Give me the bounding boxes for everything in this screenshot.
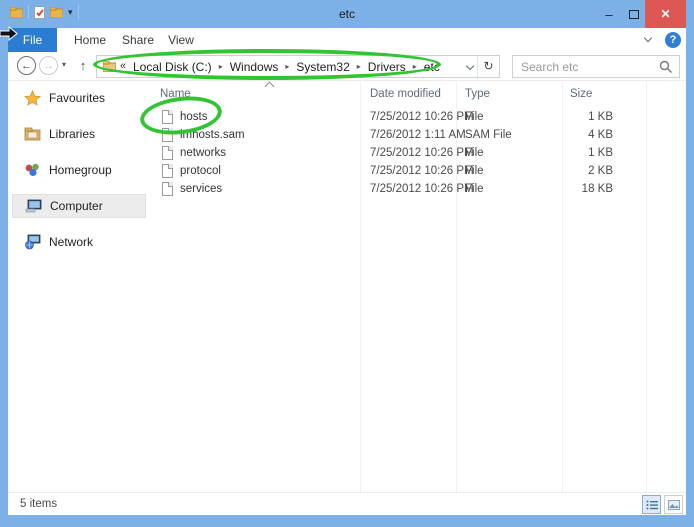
close-button[interactable]: ✕ [645,0,686,28]
file-date: 7/25/2012 10:26 PM [370,162,474,180]
items-count: 5 items [20,493,57,516]
column-header-name[interactable]: Name [160,84,191,104]
maximize-icon [629,10,639,19]
breadcrumb-separator-icon: ▸ [285,62,289,71]
file-type: SAM File [465,126,512,144]
navigation-pane: Favourites Libraries Homegroup Computer … [8,82,148,492]
breadcrumb-separator-icon: ▸ [357,62,361,71]
sort-ascending-icon [265,82,275,92]
libraries-icon [24,126,41,142]
window-body: File Home Share View ? ← → ▾ ↑ « Local D… [8,28,686,515]
sidebar-item-label: Computer [50,199,103,213]
file-date: 7/25/2012 10:26 PM [370,180,474,198]
file-icon [162,110,173,124]
ribbon-collapse-icon[interactable] [644,34,652,42]
breadcrumb-local-disk[interactable]: Local Disk (C:) [133,60,212,74]
file-name: hosts [180,108,208,126]
sidebar-item-favourites[interactable]: Favourites [12,86,146,110]
file-date: 7/26/2012 1:11 AM [370,126,466,144]
computer-icon [25,198,42,214]
folder-icon [103,61,116,72]
back-button[interactable]: ← [17,56,36,75]
details-view-button[interactable] [642,495,661,514]
column-header-date-modified[interactable]: Date modified [370,84,441,104]
column-header-size[interactable]: Size [570,84,592,104]
file-icon [162,128,173,142]
column-header-type[interactable]: Type [465,84,490,104]
star-icon [24,90,41,106]
file-date: 7/25/2012 10:26 PM [370,108,474,126]
breadcrumb-system32[interactable]: System32 [296,60,349,74]
file-type: File [465,180,484,198]
tab-view[interactable]: View [158,28,204,52]
sidebar-item-label: Homegroup [49,163,112,177]
file-size: 1 KB [528,144,613,162]
sidebar-item-network[interactable]: Network [12,230,146,254]
refresh-button[interactable]: ↻ [477,56,499,77]
ribbon-tab-row: File Home Share View ? [8,28,686,52]
up-button[interactable]: ↑ [74,56,92,75]
file-icon [162,164,173,178]
minimize-button[interactable]: – [598,0,620,28]
large-icons-view-button[interactable] [664,495,683,514]
file-name: protocol [180,162,221,180]
forward-button[interactable]: → [39,56,58,75]
breadcrumb-separator-icon: ▸ [413,62,417,71]
search-input[interactable] [513,56,653,77]
file-list: Name Date modified Type Size hosts 7/25/… [148,82,686,492]
sidebar-item-label: Libraries [49,127,95,141]
search-box [512,55,680,78]
file-size: 2 KB [528,162,613,180]
breadcrumb-collapse[interactable]: « [120,56,126,77]
file-size: 18 KB [528,180,613,198]
file-size: 4 KB [528,126,613,144]
address-bar[interactable]: « Local Disk (C:) ▸ Windows ▸ System32 ▸… [96,55,500,78]
sidebar-item-libraries[interactable]: Libraries [12,122,146,146]
breadcrumb-etc[interactable]: etc [424,60,440,74]
file-row-protocol[interactable]: protocol 7/25/2012 10:26 PM File 2 KB [148,162,658,180]
address-bar-row: ← → ▾ ↑ « Local Disk (C:) ▸ Windows ▸ Sy… [8,52,686,81]
tab-home[interactable]: Home [65,28,115,52]
network-icon [24,234,41,250]
file-row-networks[interactable]: networks 7/25/2012 10:26 PM File 1 KB [148,144,658,162]
file-size: 1 KB [528,108,613,126]
tab-share[interactable]: Share [115,28,161,52]
sidebar-item-label: Network [49,235,93,249]
search-icon [659,60,673,74]
file-row-services[interactable]: services 7/25/2012 10:26 PM File 18 KB [148,180,658,198]
file-row-hosts[interactable]: hosts 7/25/2012 10:26 PM File 1 KB [148,108,658,126]
homegroup-icon [24,162,41,178]
sidebar-item-label: Favourites [49,91,105,105]
tab-file[interactable]: File [8,28,57,52]
file-type: File [465,162,484,180]
breadcrumb-drivers[interactable]: Drivers [368,60,406,74]
details-view-icon [646,500,658,510]
maximize-button[interactable] [623,0,645,28]
breadcrumb-windows[interactable]: Windows [230,60,279,74]
help-button[interactable]: ? [665,32,681,48]
sidebar-item-homegroup[interactable]: Homegroup [12,158,146,182]
file-row-lmhosts[interactable]: lmhosts.sam 7/26/2012 1:11 AM SAM File 4… [148,126,658,144]
file-type: File [465,108,484,126]
file-icon [162,146,173,160]
breadcrumb-separator-icon: ▸ [219,62,223,71]
sidebar-item-computer[interactable]: Computer [12,194,146,218]
large-icons-view-icon [668,500,680,510]
status-bar: 5 items [8,492,686,515]
file-name: services [180,180,222,198]
explorer-window: ▾ etc – ✕ File Home Share View ? ← → ▾ ↑… [0,0,694,527]
breadcrumb: Local Disk (C:) ▸ Windows ▸ System32 ▸ D… [133,56,440,77]
file-name: lmhosts.sam [180,126,245,144]
file-name: networks [180,144,226,162]
main-content: Favourites Libraries Homegroup Computer … [8,82,686,492]
file-icon [162,182,173,196]
file-type: File [465,144,484,162]
file-date: 7/25/2012 10:26 PM [370,144,474,162]
window-title: etc [0,0,694,28]
recent-locations-icon[interactable]: ▾ [62,60,66,69]
address-dropdown-icon[interactable] [466,62,474,70]
title-bar[interactable]: ▾ etc – ✕ [0,0,694,28]
